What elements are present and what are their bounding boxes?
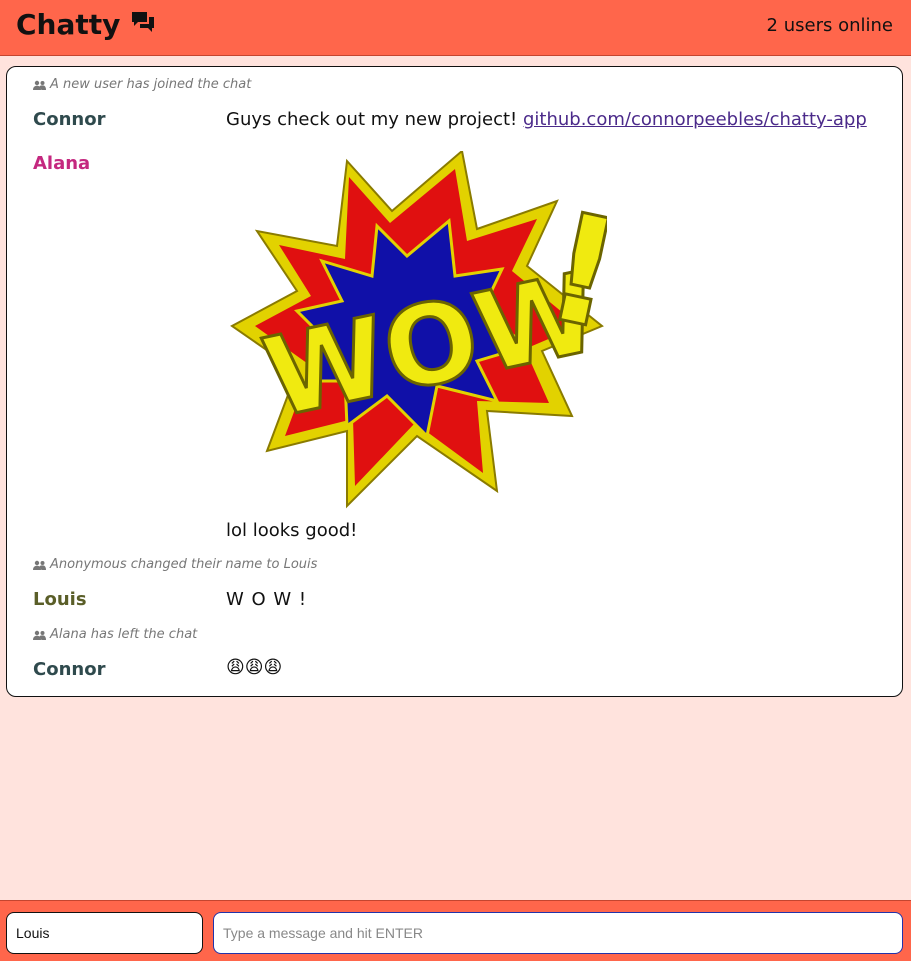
message-link[interactable]: github.com/connorpeebles/chatty-app	[523, 109, 867, 130]
message-username: Connor	[33, 109, 106, 130]
system-notification: Anonymous changed their name to Louis	[33, 557, 317, 572]
message-list: A new user has joined the chat Connor Gu…	[6, 66, 903, 697]
notification-text: Alana has left the chat	[50, 627, 198, 642]
users-icon	[33, 560, 46, 570]
message-content: Guys check out my new project! github.co…	[226, 109, 867, 130]
message-text: W O W !	[226, 589, 308, 610]
message-username: Louis	[33, 589, 87, 610]
message-username: Alana	[33, 153, 91, 174]
wow-image[interactable]: WOW !	[227, 151, 607, 515]
notification-text: Anonymous changed their name to Louis	[50, 557, 318, 572]
chat-bubbles-icon	[132, 11, 155, 32]
app-title: Chatty	[16, 8, 121, 41]
navbar: Chatty 2 users online	[0, 0, 911, 56]
message-text: lol looks good!	[226, 520, 358, 541]
brand[interactable]: Chatty	[16, 8, 156, 41]
username-input[interactable]	[6, 912, 203, 954]
system-notification: A new user has joined the chat	[33, 77, 251, 92]
notification-text: A new user has joined the chat	[50, 77, 252, 92]
system-notification: Alana has left the chat	[33, 627, 197, 642]
users-online-count: 2 users online	[766, 15, 893, 36]
message-text: Guys check out my new project!	[226, 109, 523, 130]
users-icon	[33, 80, 46, 90]
users-icon	[33, 630, 46, 640]
message-username: Connor	[33, 659, 106, 680]
message-input[interactable]	[213, 912, 903, 954]
message-text: 😩😩😩	[226, 657, 283, 678]
chat-composer	[0, 900, 911, 961]
